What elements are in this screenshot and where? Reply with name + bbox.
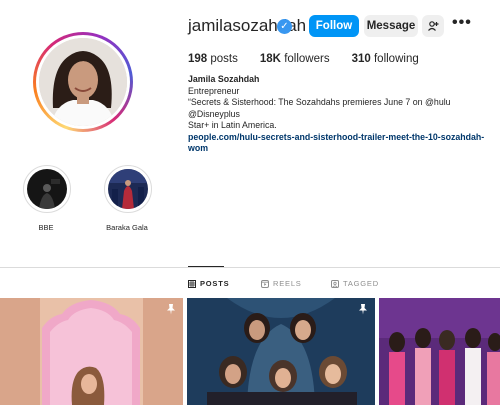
more-options-icon[interactable]: •••: [452, 14, 472, 32]
profile-avatar[interactable]: [33, 32, 133, 132]
tab-label: POSTS: [200, 279, 230, 288]
avatar-photo: [39, 38, 127, 126]
post-thumbnail[interactable]: [379, 298, 500, 405]
post-image: [187, 298, 375, 405]
profile-full-name: Jamila Sozahdah: [188, 74, 260, 84]
highlight-label: Baraka Gala: [106, 223, 148, 232]
highlight-cover: [23, 165, 71, 213]
bio-link[interactable]: people.com/hulu-secrets-and-sisterhood-t…: [188, 132, 500, 155]
highlight-label: BBE: [38, 223, 54, 232]
add-user-button[interactable]: [422, 15, 444, 37]
message-button[interactable]: Message: [364, 15, 418, 37]
add-user-icon: [428, 21, 439, 31]
posts-stat: 198 posts: [188, 53, 238, 65]
follow-button[interactable]: Follow: [309, 15, 359, 37]
pin-icon: [167, 304, 175, 315]
tab-label: REELS: [273, 279, 302, 288]
following-stat[interactable]: 310 following: [352, 53, 419, 65]
post-thumbnail[interactable]: [0, 298, 183, 405]
tab-posts[interactable]: POSTS: [188, 279, 229, 288]
tabs-divider: [0, 267, 500, 268]
profile-bio: Jamila Sozahdah Entrepreneur “Secrets & …: [188, 74, 500, 155]
reels-icon: [261, 279, 269, 288]
followers-stat[interactable]: 18K followers: [260, 53, 330, 65]
profile-category: Entrepreneur: [188, 85, 240, 96]
avatar-border: [36, 35, 130, 129]
tab-label: TAGGED: [343, 279, 379, 288]
grid-icon: [188, 279, 196, 288]
highlight-bbe[interactable]: BBE: [23, 165, 71, 232]
post-image: [379, 298, 500, 405]
verified-badge-icon: ✓: [277, 19, 292, 34]
post-image: [0, 298, 183, 405]
bio-text-line-2: Star+ in Latin America.: [188, 120, 277, 130]
pin-icon: [359, 304, 367, 315]
tab-reels[interactable]: REELS: [261, 279, 302, 288]
bio-text-line-1: “Secrets & Sisterhood: The Sozahdahs pre…: [188, 97, 451, 119]
active-tab-indicator: [188, 266, 224, 267]
profile-stats: 198 posts 18K followers 310 following: [188, 53, 419, 65]
highlight-cover: [104, 165, 152, 213]
highlight-baraka-gala[interactable]: Baraka Gala: [104, 165, 152, 232]
tagged-icon: [331, 279, 339, 288]
post-thumbnail[interactable]: [187, 298, 375, 405]
tab-tagged[interactable]: TAGGED: [331, 279, 379, 288]
